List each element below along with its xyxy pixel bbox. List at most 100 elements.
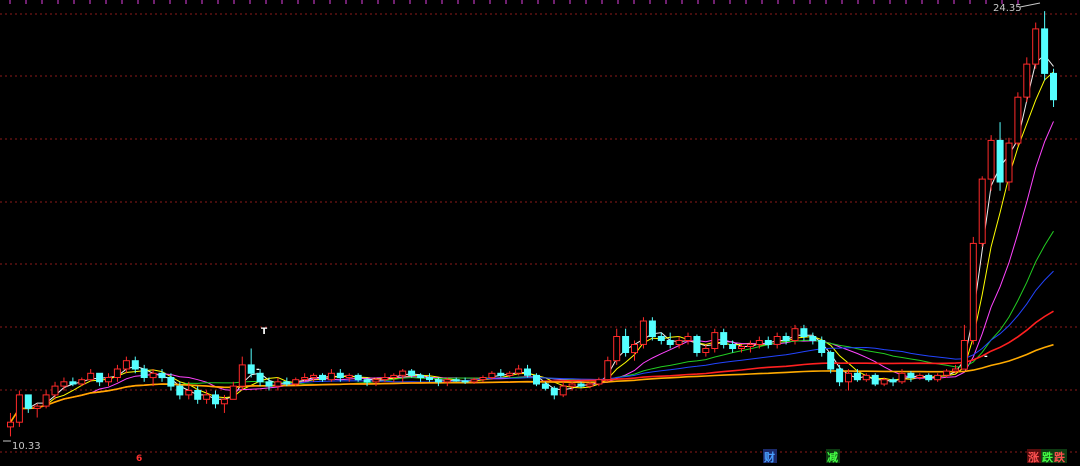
candle xyxy=(1041,11,1049,81)
candle-body xyxy=(595,379,603,385)
candle xyxy=(711,328,719,353)
candle-body xyxy=(729,344,737,349)
candle-body xyxy=(434,379,442,383)
candle xyxy=(604,356,612,382)
candle-body xyxy=(390,374,398,378)
candle-body xyxy=(604,360,612,381)
candle xyxy=(666,332,674,349)
candle-body xyxy=(185,390,193,396)
candle-body xyxy=(987,139,995,180)
candle xyxy=(746,340,754,353)
candle-body xyxy=(524,368,531,376)
candle-body xyxy=(122,360,130,370)
candle-body xyxy=(131,360,139,370)
bottom-left-flag[interactable]: 6 xyxy=(136,454,142,464)
candle-body xyxy=(176,385,184,396)
candle-body xyxy=(738,346,745,349)
candle-body xyxy=(229,385,237,400)
candle xyxy=(479,375,487,382)
candle-body xyxy=(247,364,255,374)
candle-body xyxy=(577,383,585,387)
candle-body xyxy=(568,383,576,387)
candle-body xyxy=(755,340,763,345)
candle xyxy=(319,373,326,382)
candle xyxy=(274,377,282,391)
candle-body xyxy=(488,372,496,379)
candle xyxy=(702,344,710,357)
candle-body xyxy=(541,383,549,389)
candle-body xyxy=(916,374,924,378)
candle-body xyxy=(292,379,300,385)
ma-line-30 xyxy=(10,270,1054,423)
candle-body xyxy=(417,374,425,378)
candle-body xyxy=(889,379,897,383)
candle-body xyxy=(381,377,389,381)
candle-body xyxy=(15,394,23,423)
candle xyxy=(648,317,656,341)
ma-line-5 xyxy=(10,71,1054,423)
candle xyxy=(1032,22,1040,69)
cai-marker[interactable]: 财 xyxy=(763,450,775,464)
top-tick-marks xyxy=(9,0,1019,4)
candle xyxy=(693,334,701,357)
candle-body xyxy=(426,377,433,381)
candle-body xyxy=(87,372,95,381)
candle-body xyxy=(96,372,104,383)
candle-body xyxy=(666,340,674,345)
candle xyxy=(212,390,219,409)
candle-body xyxy=(327,372,335,381)
ma-line-3 xyxy=(10,54,1054,423)
candle-body xyxy=(515,368,523,374)
candle xyxy=(533,373,540,387)
candle-body xyxy=(497,372,505,376)
candle-body xyxy=(149,372,157,379)
candle-body xyxy=(24,394,32,409)
candle xyxy=(497,369,505,378)
candle-body xyxy=(952,368,959,372)
candle-body xyxy=(764,340,772,345)
candle-body xyxy=(943,370,951,376)
candle-body xyxy=(969,242,977,341)
candle-body xyxy=(631,344,638,354)
candle xyxy=(836,364,844,387)
grid-lines xyxy=(0,13,1080,453)
candle xyxy=(87,369,95,382)
candles xyxy=(7,11,1057,437)
candle xyxy=(871,373,879,387)
candle xyxy=(934,373,942,382)
candle xyxy=(96,372,104,387)
candle-body xyxy=(693,336,701,353)
candle-body xyxy=(960,340,968,370)
candle xyxy=(140,364,148,382)
candle xyxy=(916,373,924,380)
candle xyxy=(818,336,826,357)
candle xyxy=(60,377,68,391)
candle xyxy=(113,364,121,382)
candle-body xyxy=(550,387,558,396)
die-marker[interactable]: 跌 xyxy=(1042,450,1054,464)
candle xyxy=(149,369,157,387)
candle xyxy=(720,328,728,349)
candle-body xyxy=(675,340,683,345)
candle-body xyxy=(925,374,933,381)
candle xyxy=(978,176,986,247)
candle-body xyxy=(443,379,451,383)
candle-body xyxy=(363,379,371,383)
candle-body xyxy=(69,381,77,385)
candle-body xyxy=(372,379,380,383)
candlestick-chart[interactable]: 24.35 10.33 T - - 6 财 减 涨 跌 跌 xyxy=(0,0,1080,466)
jian-marker[interactable]: 减 xyxy=(827,450,838,464)
die-marker-2[interactable]: 跌 xyxy=(1054,450,1066,464)
high-price-label: 24.35 xyxy=(993,3,1022,14)
candle-body xyxy=(800,328,808,338)
candle xyxy=(24,394,32,413)
candle-body xyxy=(220,398,228,405)
candle-body xyxy=(978,178,986,244)
zhang-marker[interactable]: 涨 xyxy=(1028,450,1039,464)
candle-body xyxy=(1032,28,1040,65)
candle xyxy=(426,373,433,382)
candle-body xyxy=(203,394,211,400)
ma-line-60 xyxy=(9,310,1054,423)
candle-body xyxy=(880,379,888,385)
kline-chart-window[interactable]: 24.35 10.33 T - - 6 财 减 涨 跌 跌 xyxy=(0,0,1080,466)
